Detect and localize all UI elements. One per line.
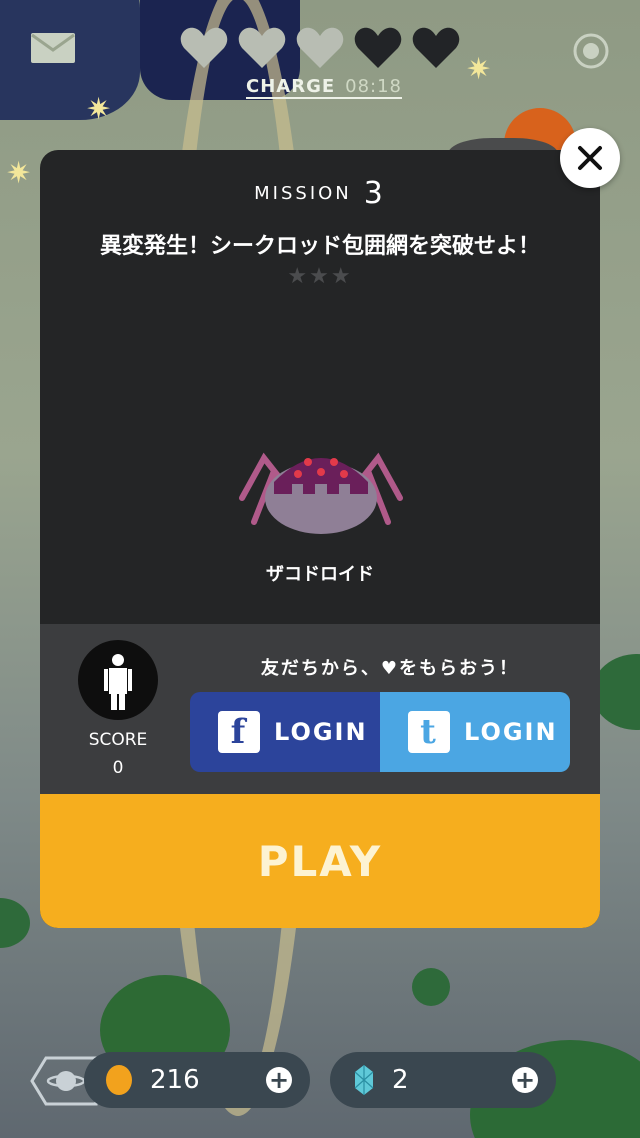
twitter-login-button[interactable]: t LOGIN xyxy=(380,692,570,772)
charge-label: CHARGE xyxy=(246,76,336,97)
mission-title: 異変発生！シークロッド包囲網を突破せよ！ xyxy=(99,234,540,259)
mission-dialog: MISSION 3 異変発生！シークロッド包囲網を突破せよ！ ★★★ ザコドロイド xyxy=(40,150,600,928)
sparkle-icon: ✷ xyxy=(86,92,112,127)
heart-icon xyxy=(238,27,286,68)
facebook-login-button[interactable]: f LOGIN xyxy=(190,692,380,772)
heart-icon xyxy=(412,27,460,68)
sparkle-icon: ✷ xyxy=(466,52,492,87)
heart-icon xyxy=(296,27,344,68)
gem-count: 2 xyxy=(392,1065,409,1095)
facebook-login-label: LOGIN xyxy=(274,718,368,746)
close-button[interactable] xyxy=(560,128,620,188)
spider-enemy-icon xyxy=(239,452,403,534)
twitter-icon: t xyxy=(408,711,450,753)
twitter-login-label: LOGIN xyxy=(464,718,558,746)
score-label: SCORE xyxy=(88,730,148,750)
add-gems-button[interactable]: + xyxy=(512,1067,538,1093)
lives-hearts xyxy=(180,26,460,70)
mission-number: 3 xyxy=(363,176,386,211)
settings-icon[interactable] xyxy=(572,32,610,70)
social-section: SCORE 0 友だちから、♥をもらおう！ f LOGIN t LOGIN xyxy=(40,624,600,794)
coin-icon xyxy=(106,1065,132,1095)
enemy-name: ザコドロイド xyxy=(266,564,374,585)
mission-label: MISSION xyxy=(254,183,352,204)
sparkle-icon: ✷ xyxy=(6,156,32,191)
coin-count: 216 xyxy=(150,1065,200,1095)
close-icon xyxy=(578,146,602,170)
mail-icon[interactable] xyxy=(30,32,76,64)
play-button[interactable]: PLAY xyxy=(40,794,600,928)
bottom-bar: 216 + 2 + xyxy=(0,1030,640,1138)
coin-counter: 216 + xyxy=(84,1052,310,1108)
friends-prompt: 友だちから、♥をもらおう！ xyxy=(260,658,520,679)
add-coins-button[interactable]: + xyxy=(266,1067,292,1093)
mission-header: MISSION 3 xyxy=(40,176,600,211)
charge-timer: CHARGE 08:18 xyxy=(246,76,403,99)
person-icon xyxy=(104,654,132,710)
avatar xyxy=(78,640,158,720)
charge-time: 08:18 xyxy=(345,76,403,97)
mission-stars: ★★★ xyxy=(287,264,353,289)
heart-icon xyxy=(180,27,228,68)
score-value: 0 xyxy=(112,758,124,778)
gem-counter: 2 + xyxy=(330,1052,556,1108)
facebook-icon: f xyxy=(218,711,260,753)
gem-icon xyxy=(354,1065,374,1095)
top-bar: CHARGE 08:18 ✷ ✷ ✷ xyxy=(0,0,640,191)
heart-icon xyxy=(354,27,402,68)
